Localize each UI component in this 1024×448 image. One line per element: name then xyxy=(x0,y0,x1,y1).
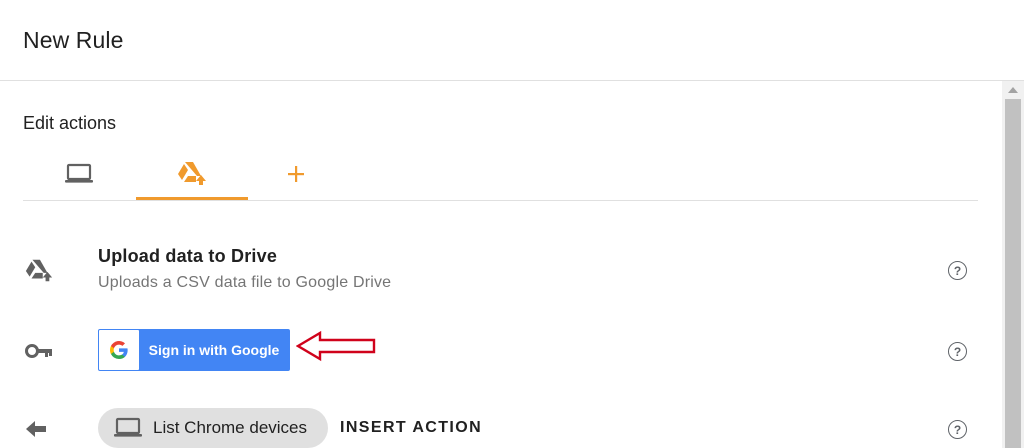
drive-upload-icon xyxy=(178,161,206,185)
sign-in-with-google-button[interactable]: Sign in with Google xyxy=(98,329,290,371)
arrow-left-icon xyxy=(24,418,48,440)
scroll-up-arrow-icon[interactable] xyxy=(1008,87,1018,93)
annotation-arrow-icon xyxy=(296,330,376,362)
dialog-header: New Rule xyxy=(0,0,1024,81)
laptop-icon xyxy=(65,163,93,183)
scrollbar-thumb[interactable] xyxy=(1005,99,1021,448)
tab-drive-upload[interactable] xyxy=(136,148,248,200)
insert-action-button[interactable]: INSERT ACTION xyxy=(340,419,482,437)
tabs-divider xyxy=(23,200,978,201)
dialog-title: New Rule xyxy=(23,27,124,53)
tab-laptop[interactable] xyxy=(23,148,135,200)
list-chrome-devices-chip[interactable]: List Chrome devices xyxy=(98,408,328,448)
laptop-icon xyxy=(114,417,142,437)
google-logo-icon xyxy=(99,330,139,370)
action-title: Upload data to Drive xyxy=(98,246,278,266)
vertical-scrollbar[interactable] xyxy=(1002,81,1024,448)
help-icon[interactable]: ? xyxy=(948,420,967,439)
action-description: Uploads a CSV data file to Google Drive xyxy=(98,274,392,291)
drive-upload-icon xyxy=(25,259,53,282)
plus-icon xyxy=(288,166,304,182)
help-icon[interactable]: ? xyxy=(948,342,967,361)
section-title: Edit actions xyxy=(23,113,117,133)
sign-in-button-label: Sign in with Google xyxy=(148,342,280,358)
tab-add-action[interactable] xyxy=(248,148,344,200)
chip-label: List Chrome devices xyxy=(153,418,308,437)
action-type-icon xyxy=(24,255,54,285)
help-icon[interactable]: ? xyxy=(948,261,967,280)
key-icon xyxy=(24,340,54,362)
